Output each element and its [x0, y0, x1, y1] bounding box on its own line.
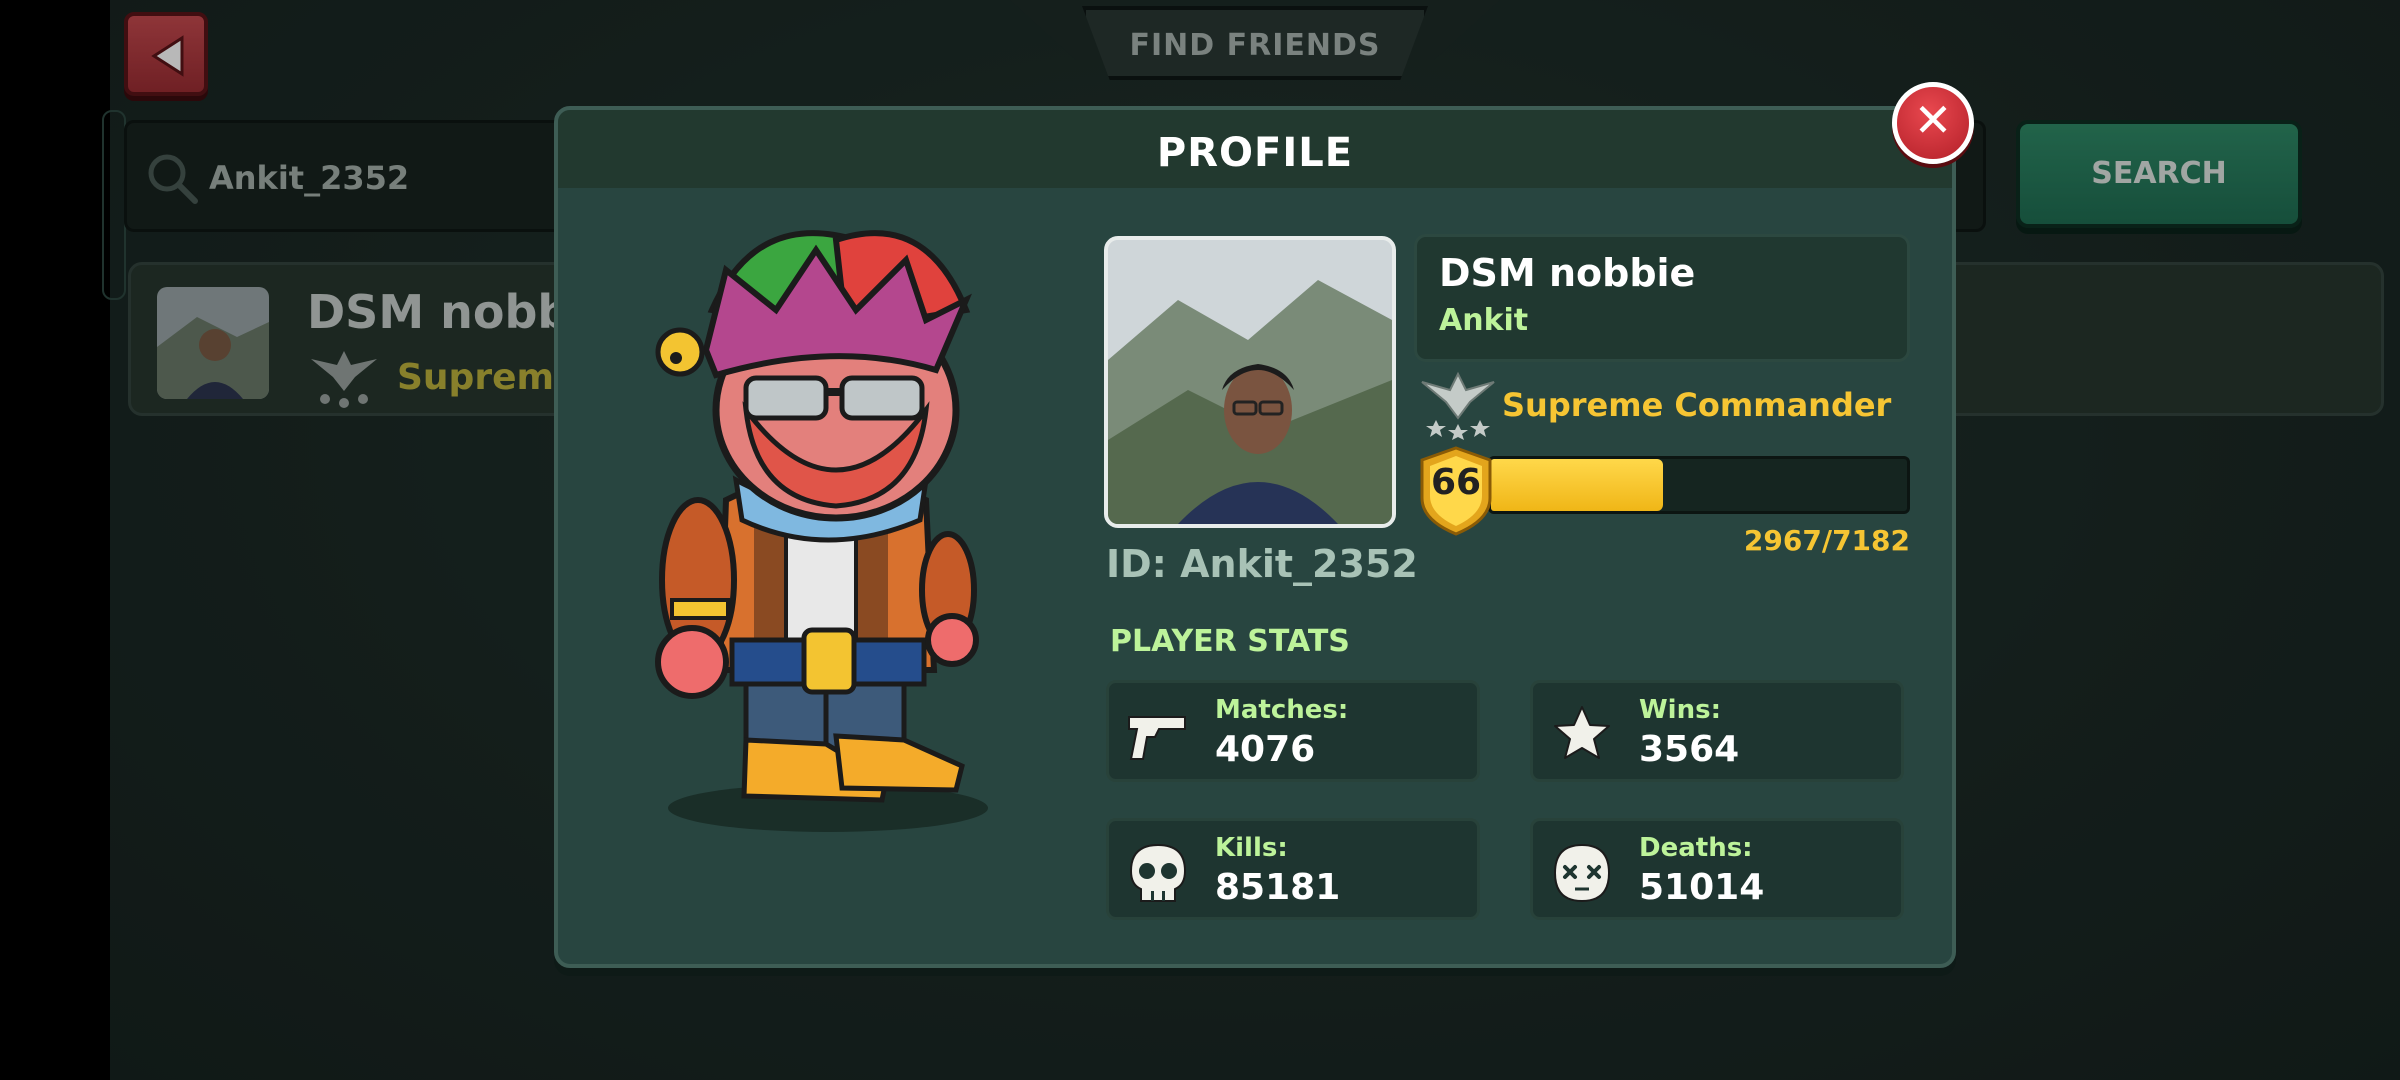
dead-face-icon	[1553, 843, 1611, 903]
close-button[interactable]: ✕	[1892, 82, 1974, 164]
modal-title: PROFILE	[1156, 130, 1354, 176]
username: Ankit	[1439, 303, 1529, 338]
stat-value: 4076	[1215, 729, 1316, 770]
close-icon: ✕	[1913, 93, 1953, 147]
name-card: DSM nobbie Ankit	[1414, 234, 1910, 362]
player-character	[655, 230, 988, 832]
xp-progress-bar	[1488, 456, 1910, 514]
stat-label: Kills:	[1215, 833, 1288, 863]
stat-card-matches: Matches: 4076	[1106, 680, 1480, 782]
xp-text: 2967/7182	[1743, 524, 1910, 557]
skull-icon	[1129, 843, 1187, 902]
player-id: ID: Ankit_2352	[1106, 542, 1418, 586]
level-number: 66	[1430, 462, 1482, 503]
stat-label: Wins:	[1639, 695, 1721, 725]
stat-card-wins: Wins: 3564	[1530, 680, 1904, 782]
pistol-icon	[1128, 716, 1186, 760]
player-stats-title: PLAYER STATS	[1110, 624, 1350, 659]
display-name: DSM nobbie	[1439, 251, 1696, 295]
rank-eagle-icon	[1421, 371, 1495, 440]
stat-card-deaths: Deaths: 51014	[1530, 818, 1904, 920]
star-icon	[1554, 706, 1610, 759]
stat-label: Deaths:	[1639, 833, 1753, 863]
stat-card-kills: Kills: 85181	[1106, 818, 1480, 920]
stat-label: Matches:	[1215, 695, 1349, 725]
stat-value: 51014	[1639, 867, 1765, 908]
xp-progress-fill	[1491, 459, 1663, 511]
stat-value: 85181	[1215, 867, 1341, 908]
stat-value: 3564	[1639, 729, 1740, 770]
rank-title: Supreme Commander	[1502, 386, 1892, 424]
player-photo	[1104, 236, 1396, 528]
